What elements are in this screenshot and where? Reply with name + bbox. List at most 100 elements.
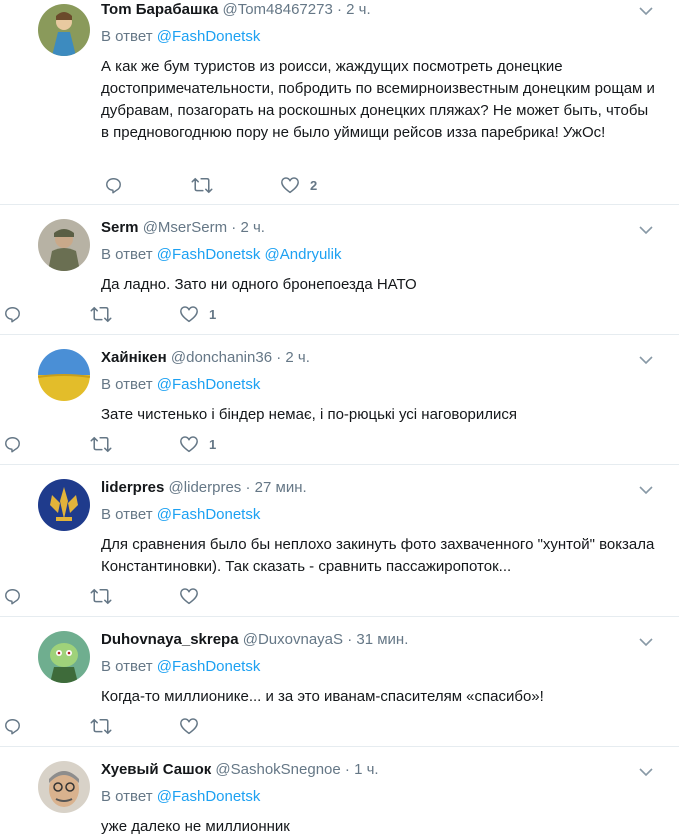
like-button[interactable]: 1 xyxy=(179,435,216,453)
like-button[interactable] xyxy=(179,717,209,735)
avatar-image xyxy=(38,219,90,271)
mention-link[interactable]: @FashDonetsk xyxy=(157,658,261,675)
author-name[interactable]: Tom Барабашка xyxy=(101,1,218,18)
author-handle[interactable]: @Tom48467273 xyxy=(222,1,332,18)
reply-icon xyxy=(106,177,121,193)
author-handle[interactable]: @MserSerm xyxy=(143,219,227,236)
tweet[interactable]: Хуевый Сашок @SashokSnegnoe · 1 ч. В отв… xyxy=(0,747,679,838)
avatar[interactable] xyxy=(38,219,90,271)
chevron-down-icon[interactable] xyxy=(639,6,653,16)
tweet-feed: Tom Барабашка @Tom48467273 · 2 ч. В отве… xyxy=(0,0,679,838)
avatar-image xyxy=(38,349,90,401)
reply-context: В ответ @FashDonetsk xyxy=(101,28,659,46)
reply-prefix: В ответ xyxy=(101,28,153,45)
tweet-header: Duhovnaya_skrepa @DuxovnayaS · 31 мин. xyxy=(101,617,659,649)
tweet[interactable]: Tom Барабашка @Tom48467273 · 2 ч. В отве… xyxy=(0,0,679,205)
avatar[interactable] xyxy=(38,4,90,56)
chevron-down-icon[interactable] xyxy=(639,767,653,777)
mention-link[interactable]: @FashDonetsk xyxy=(157,506,261,523)
reply-button[interactable] xyxy=(3,587,22,606)
author-handle[interactable]: @DuxovnayaS xyxy=(243,631,343,648)
tweet-text: Зате чистенько і біндер немає, і по-рюць… xyxy=(101,406,518,423)
author-handle[interactable]: @donchanin36 xyxy=(171,349,272,366)
retweet-icon xyxy=(90,588,112,604)
reply-icon xyxy=(5,306,20,322)
tweet-time[interactable]: 2 ч. xyxy=(285,349,310,366)
reply-prefix: В ответ xyxy=(101,658,153,675)
chevron-down-icon[interactable] xyxy=(639,637,653,647)
author-name[interactable]: Хуевый Сашок xyxy=(101,761,211,778)
author-handle[interactable]: @liderpres xyxy=(169,479,242,496)
reply-button[interactable] xyxy=(3,435,22,454)
tweet-header: Хайнікен @donchanin36 · 2 ч. xyxy=(101,335,659,367)
like-button[interactable]: 2 xyxy=(280,176,317,194)
like-button[interactable] xyxy=(179,587,209,605)
reply-prefix: В ответ xyxy=(101,246,153,263)
tweet-text: Для сравнения было бы неплохо закинуть ф… xyxy=(101,536,655,575)
reply-context: В ответ @FashDonetsk xyxy=(101,658,659,676)
tweet-text: Когда-то миллионике... и за это иванам-с… xyxy=(101,688,544,705)
separator-dot: · xyxy=(347,631,353,648)
author-handle[interactable]: @SashokSnegnoe xyxy=(215,761,340,778)
reply-button[interactable] xyxy=(104,176,123,195)
reply-prefix: В ответ xyxy=(101,788,153,805)
reply-icon xyxy=(5,588,20,604)
tweet[interactable]: Хайнікен @donchanin36 · 2 ч. В ответ @Fa… xyxy=(0,335,679,465)
author-name[interactable]: Хайнікен xyxy=(101,349,167,366)
tweet-time[interactable]: 31 мин. xyxy=(356,631,408,648)
tweet-header: Хуевый Сашок @SashokSnegnoe · 1 ч. xyxy=(101,747,659,779)
tweet-time[interactable]: 1 ч. xyxy=(354,761,379,778)
tweet[interactable]: Serm @MserSerm · 2 ч. В ответ @FashDonet… xyxy=(0,205,679,335)
reply-context: В ответ @FashDonetsk @Andryulik xyxy=(101,246,659,264)
tweet-time[interactable]: 27 мин. xyxy=(255,479,307,496)
avatar-image xyxy=(38,479,90,531)
retweet-icon xyxy=(191,177,213,193)
tweet-time[interactable]: 2 ч. xyxy=(240,219,265,236)
avatar-image xyxy=(38,761,90,813)
chevron-down-icon[interactable] xyxy=(639,225,653,235)
mention-link[interactable]: @FashDonetsk xyxy=(157,788,261,805)
separator-dot: · xyxy=(276,349,282,366)
heart-icon xyxy=(180,588,198,605)
retweet-icon xyxy=(90,718,112,734)
mention-link[interactable]: @FashDonetsk xyxy=(157,28,261,45)
avatar[interactable] xyxy=(38,479,90,531)
retweet-button[interactable] xyxy=(191,176,213,195)
tweet[interactable]: liderpres @liderpres · 27 мин. В ответ @… xyxy=(0,465,679,617)
reply-button[interactable] xyxy=(3,305,22,324)
retweet-button[interactable] xyxy=(90,587,112,606)
separator-dot: · xyxy=(245,479,251,496)
like-count: 1 xyxy=(209,436,217,452)
tweet[interactable]: Duhovnaya_skrepa @DuxovnayaS · 31 мин. В… xyxy=(0,617,679,747)
author-name[interactable]: Duhovnaya_skrepa xyxy=(101,631,239,648)
tweet-text: А как же бум туристов из роисси, жаждущи… xyxy=(101,58,655,141)
separator-dot: · xyxy=(336,1,342,18)
chevron-down-icon[interactable] xyxy=(639,355,653,365)
reply-button[interactable] xyxy=(3,717,22,736)
heart-icon xyxy=(281,177,299,194)
author-name[interactable]: Serm xyxy=(101,219,139,236)
mention-link[interactable]: @FashDonetsk xyxy=(157,376,261,393)
like-button[interactable]: 1 xyxy=(179,305,216,323)
mention-link[interactable]: @Andryulik xyxy=(265,246,342,263)
reply-prefix: В ответ xyxy=(101,506,153,523)
heart-icon xyxy=(180,718,198,735)
tweet-header: Serm @MserSerm · 2 ч. xyxy=(101,205,659,237)
heart-icon xyxy=(180,436,198,453)
separator-dot: · xyxy=(231,219,237,236)
mention-link[interactable]: @FashDonetsk xyxy=(157,246,261,263)
avatar-image xyxy=(38,4,90,56)
avatar[interactable] xyxy=(38,349,90,401)
reply-context: В ответ @FashDonetsk xyxy=(101,376,659,394)
reply-icon xyxy=(5,436,20,452)
chevron-down-icon[interactable] xyxy=(639,485,653,495)
tweet-time[interactable]: 2 ч. xyxy=(346,1,371,18)
separator-dot: · xyxy=(344,761,350,778)
retweet-button[interactable] xyxy=(90,717,112,736)
avatar[interactable] xyxy=(38,761,90,813)
author-name[interactable]: liderpres xyxy=(101,479,164,496)
like-count: 1 xyxy=(209,306,217,322)
retweet-button[interactable] xyxy=(90,305,112,324)
avatar[interactable] xyxy=(38,631,90,683)
retweet-button[interactable] xyxy=(90,435,112,454)
